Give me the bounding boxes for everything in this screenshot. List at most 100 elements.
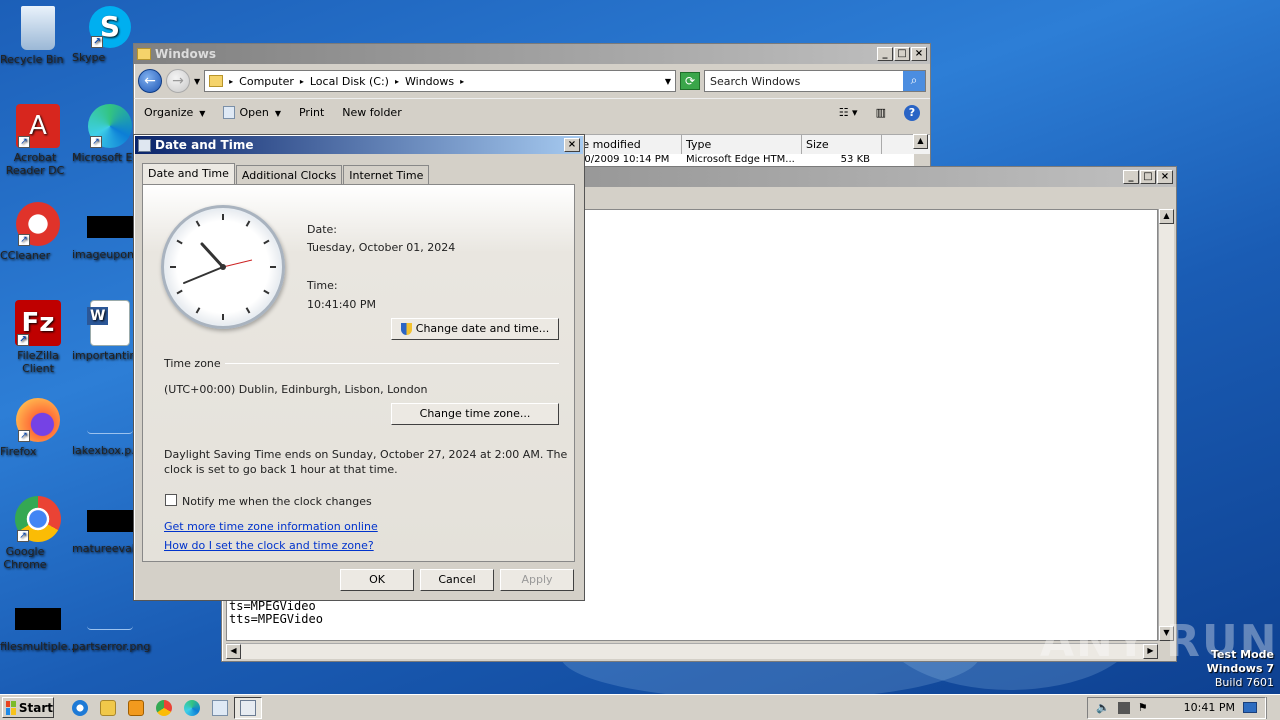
close-button[interactable]: ×: [911, 47, 927, 61]
desktop-icon-label: FileZilla Client: [17, 349, 59, 375]
column-headers: te modified Type Size: [574, 134, 930, 154]
column-size[interactable]: Size: [802, 135, 882, 154]
taskbar-media-player[interactable]: [122, 697, 150, 719]
edge-icon: ↗: [88, 104, 132, 148]
start-button[interactable]: Start: [2, 697, 54, 718]
watermark-line: Windows 7: [1206, 662, 1274, 675]
chrome-icon: [156, 699, 172, 716]
taskbar-clock[interactable]: 10:41 PM: [1184, 701, 1235, 714]
explorer-toolbar: Organize ▼ Open ▼ Print New folder ☷ ▾ ▥ ?: [134, 98, 930, 126]
date-value: Tuesday, October 01, 2024: [307, 241, 456, 254]
start-label: Start: [18, 700, 53, 715]
network-icon[interactable]: [1117, 701, 1130, 714]
notepad-icon: [212, 699, 228, 716]
cancel-button[interactable]: Cancel: [420, 569, 494, 591]
ok-button[interactable]: OK: [340, 569, 414, 591]
breadcrumb-windows[interactable]: Windows: [405, 75, 454, 88]
edge-icon: [184, 699, 200, 716]
breadcrumb-computer[interactable]: Computer: [239, 75, 294, 88]
filezilla-icon: Fz ↗: [15, 300, 61, 346]
notify-checkbox[interactable]: [165, 494, 177, 506]
forward-button[interactable]: →: [166, 69, 190, 93]
minimize-button[interactable]: _: [1123, 170, 1139, 184]
desktop-icon-label: lakexbox.p...: [72, 444, 142, 457]
tab-date-and-time[interactable]: Date and Time: [142, 163, 235, 184]
chevron-down-icon[interactable]: ▼: [194, 77, 200, 86]
show-desktop-button[interactable]: [1266, 696, 1280, 719]
redacted-file-icon: [87, 216, 133, 238]
taskbar-explorer[interactable]: [94, 697, 122, 719]
refresh-button[interactable]: ⟳: [680, 72, 700, 90]
taskbar-date-time[interactable]: [234, 696, 262, 719]
vertical-scrollbar[interactable]: ▲ ▼: [1158, 209, 1174, 641]
view-options-icon[interactable]: ☷ ▾: [839, 106, 858, 119]
new-folder-button[interactable]: New folder: [342, 106, 401, 119]
skype-icon: S ↗: [89, 6, 131, 48]
taskbar: Start 🔈 ⚑ 10:41 PM: [0, 694, 1280, 720]
explorer-titlebar[interactable]: Windows _ □ ×: [134, 44, 930, 64]
column-date-modified[interactable]: te modified: [574, 135, 682, 154]
taskbar-chrome[interactable]: [150, 697, 178, 719]
tab-additional-clocks[interactable]: Additional Clocks: [235, 165, 343, 184]
address-bar[interactable]: ▸ Computer ▸ Local Disk (C:) ▸ Windows ▸…: [204, 70, 676, 92]
watermark-line: Test Mode: [1211, 648, 1274, 661]
breadcrumb-separator-icon: ▸: [299, 76, 304, 86]
desktop-icon-label: Acrobat Reader DC: [5, 151, 65, 177]
preview-pane-icon[interactable]: ▥: [876, 106, 886, 119]
dialog-titlebar[interactable]: Date and Time ×: [135, 136, 583, 154]
desktop-icon-filesmultiple[interactable]: filesmultiple...: [0, 594, 78, 653]
change-date-time-button[interactable]: Change date and time...: [391, 318, 559, 340]
print-button[interactable]: Print: [299, 106, 324, 119]
breadcrumb-local-disk[interactable]: Local Disk (C:): [310, 75, 389, 88]
recycle-bin-icon: [21, 6, 55, 50]
action-center-flag-icon[interactable]: ⚑: [1138, 701, 1148, 714]
close-button[interactable]: ×: [1157, 170, 1173, 184]
help-clock-link[interactable]: How do I set the clock and time zone?: [164, 539, 374, 552]
redacted-file-icon: [15, 608, 61, 630]
windows-logo-icon: [6, 700, 16, 715]
explorer-title: Windows: [155, 47, 216, 61]
desktop-icon-label: Microsoft Edge: [72, 151, 134, 164]
desktop-icon-acrobat[interactable]: A ↗ Acrobat Reader DC: [0, 104, 76, 177]
search-icon[interactable]: ⌕: [903, 71, 925, 91]
timezone-info-link[interactable]: Get more time zone information online: [164, 520, 378, 533]
desktop-icon-firefox[interactable]: ↗ Firefox: [0, 398, 76, 458]
search-placeholder: Search Windows: [710, 74, 801, 88]
desktop-icon-chrome[interactable]: ↗ Google Chrome: [0, 496, 76, 571]
minimize-button[interactable]: _: [877, 47, 893, 61]
back-button[interactable]: ←: [138, 69, 162, 93]
change-timezone-button[interactable]: Change time zone...: [391, 403, 559, 425]
maximize-button[interactable]: □: [1140, 170, 1156, 184]
horizontal-scrollbar[interactable]: ◀ ▶: [226, 643, 1158, 659]
address-dropdown-icon[interactable]: ▼: [665, 77, 671, 86]
desktop-icon-label: Google Chrome: [3, 545, 47, 571]
taskbar-ie[interactable]: [66, 697, 94, 719]
taskbar-edge[interactable]: [178, 697, 206, 719]
clock-app-icon: [138, 138, 151, 152]
volume-icon[interactable]: 🔈: [1096, 701, 1110, 714]
taskbar-notepad[interactable]: [206, 697, 234, 719]
column-type[interactable]: Type: [682, 135, 802, 154]
apply-button[interactable]: Apply: [500, 569, 574, 591]
desktop-icon-filezilla[interactable]: Fz ↗ FileZilla Client: [0, 300, 76, 375]
desktop-icon-ccleaner[interactable]: ↗ CCleaner: [0, 202, 76, 262]
notification-icon[interactable]: [1243, 702, 1257, 713]
desktop-icon-recycle-bin[interactable]: Recycle Bin: [0, 6, 76, 66]
help-icon[interactable]: ?: [904, 104, 920, 121]
scroll-up-button[interactable]: ▲: [1159, 209, 1174, 224]
scroll-up-button[interactable]: ▲: [913, 134, 928, 149]
time-label: Time:: [307, 279, 338, 292]
tab-internet-time[interactable]: Internet Time: [343, 165, 430, 184]
breadcrumb-separator-icon: ▸: [394, 76, 399, 86]
blank-file-icon: [87, 412, 133, 434]
uac-shield-icon: [400, 323, 412, 335]
search-input[interactable]: Search Windows ⌕: [704, 70, 926, 92]
maximize-button[interactable]: □: [894, 47, 910, 61]
open-button[interactable]: Open ▼: [223, 106, 281, 120]
close-button[interactable]: ×: [564, 138, 580, 152]
tab-strip: Date and Time Additional Clocks Internet…: [142, 163, 430, 184]
organize-button[interactable]: Organize ▼: [144, 106, 205, 119]
test-mode-watermark: Test Mode Windows 7 Build 7601: [1207, 648, 1274, 690]
system-tray: 🔈 ⚑ 10:41 PM: [1087, 696, 1266, 719]
scroll-left-button[interactable]: ◀: [226, 644, 241, 659]
